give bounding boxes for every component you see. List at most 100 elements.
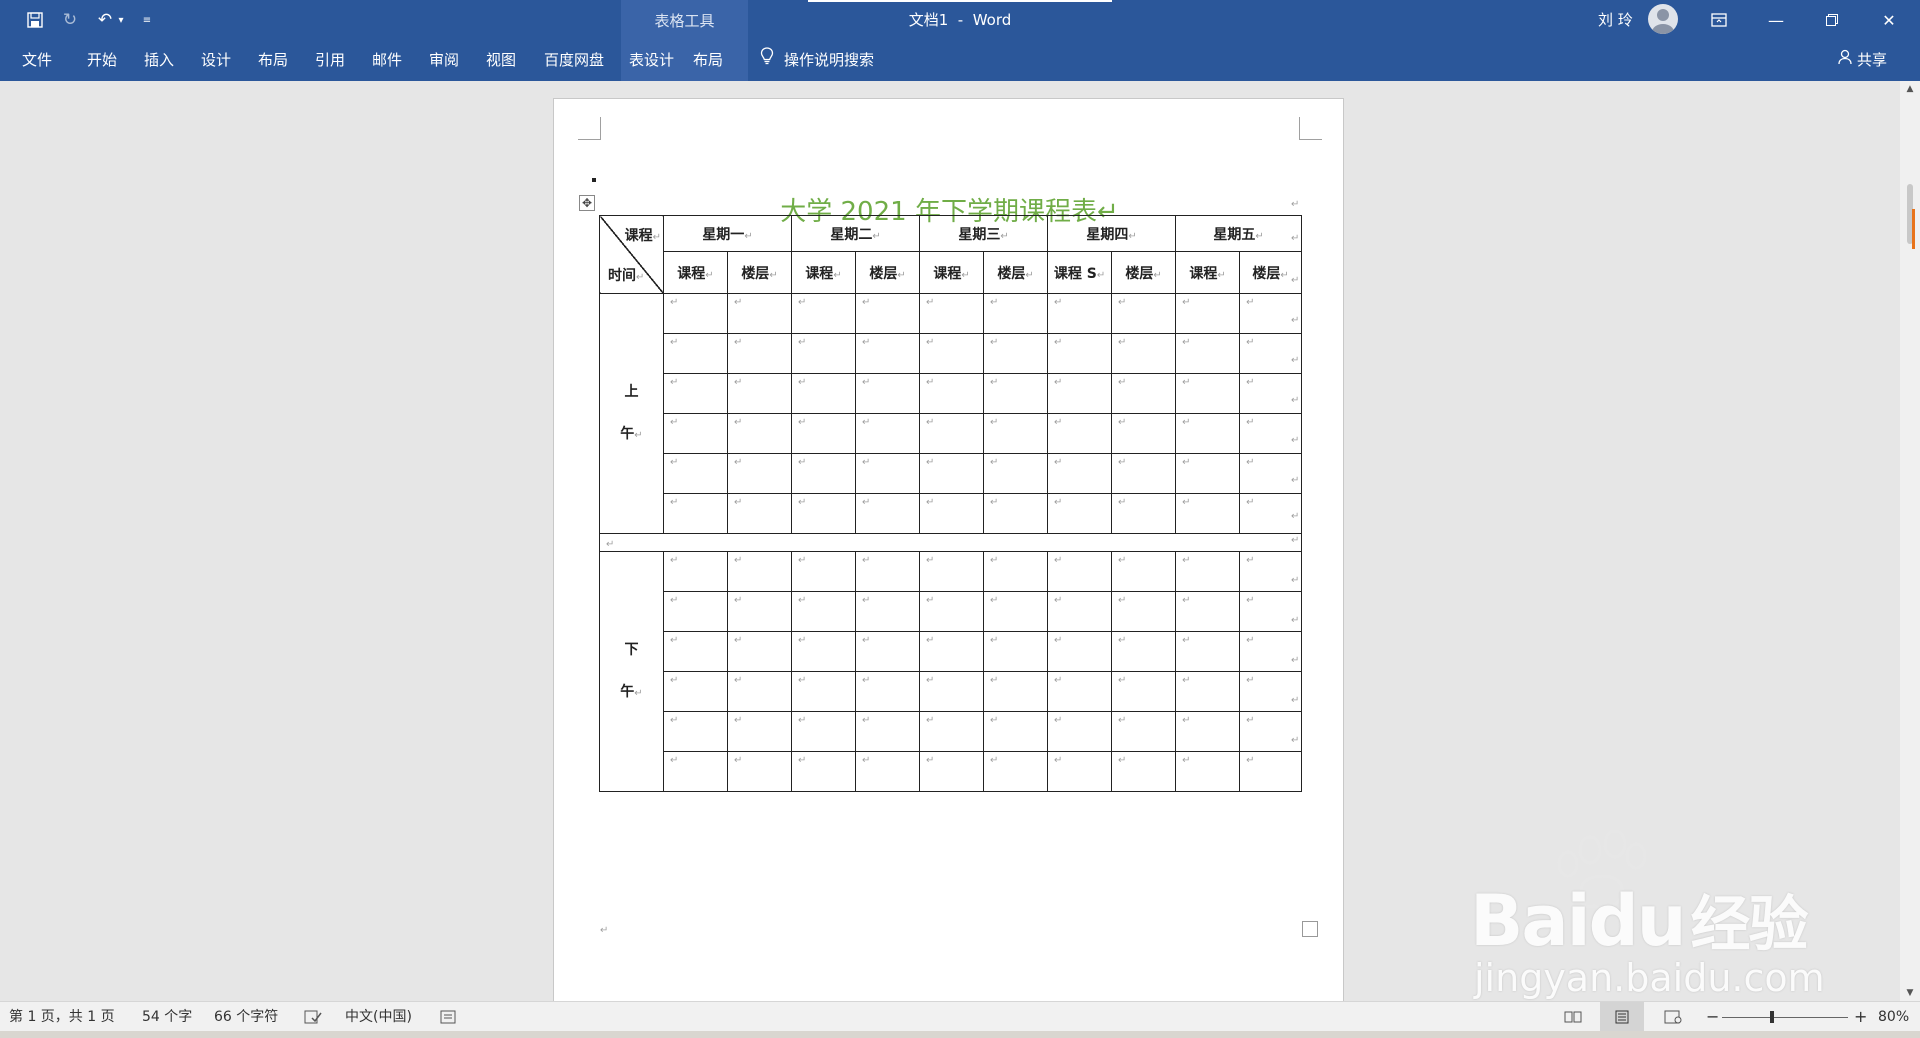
table-cell[interactable]: ↵ xyxy=(663,453,728,494)
print-layout-icon[interactable] xyxy=(1600,1002,1644,1032)
zoom-slider[interactable] xyxy=(1722,1017,1848,1018)
table-cell[interactable]: ↵ xyxy=(983,493,1049,534)
table-cell[interactable]: ↵ xyxy=(1175,631,1241,672)
tab-layout[interactable]: 布局 xyxy=(250,40,296,81)
table-cell[interactable]: ↵ xyxy=(1111,293,1177,334)
table-cell[interactable]: ↵ xyxy=(1047,413,1113,454)
save-icon[interactable] xyxy=(22,8,48,32)
table-cell[interactable]: ↵ xyxy=(663,591,728,632)
table-cell[interactable]: ↵ xyxy=(1047,671,1113,712)
table-cell[interactable]: ↵ xyxy=(663,413,728,454)
page-count[interactable]: 第 1 页，共 1 页 xyxy=(9,1002,115,1032)
table-cell[interactable]: ↵ xyxy=(1175,333,1241,374)
scroll-down-icon[interactable]: ▼ xyxy=(1900,985,1920,1001)
table-cell[interactable]: ↵ xyxy=(855,711,921,752)
table-cell[interactable]: ↵ xyxy=(919,751,985,792)
table-cell[interactable]: ↵ xyxy=(919,453,985,494)
table-cell[interactable]: ↵ xyxy=(983,711,1049,752)
table-cell[interactable]: ↵ xyxy=(983,751,1049,792)
table-cell[interactable]: ↵ xyxy=(1111,711,1177,752)
table-cell[interactable]: ↵ xyxy=(791,591,857,632)
table-cell[interactable]: ↵ xyxy=(1175,453,1241,494)
table-cell[interactable]: ↵ xyxy=(726,333,793,374)
table-cell[interactable]: ↵ xyxy=(663,631,728,672)
table-cell[interactable]: ↵ xyxy=(726,751,793,792)
table-cell[interactable]: ↵ xyxy=(919,551,985,592)
tab-baidu-netdisk[interactable]: 百度网盘 xyxy=(536,40,612,81)
table-cell[interactable]: ↵ xyxy=(983,551,1049,592)
table-cell[interactable]: ↵ xyxy=(919,413,985,454)
table-cell[interactable]: ↵ xyxy=(1111,591,1177,632)
table-cell[interactable]: ↵ xyxy=(1175,591,1241,632)
table-cell[interactable]: ↵ xyxy=(1175,293,1241,334)
zoom-slider-thumb[interactable] xyxy=(1770,1011,1774,1023)
table-cell[interactable]: ↵ xyxy=(1111,631,1177,672)
table-cell[interactable]: ↵ xyxy=(791,711,857,752)
sub-header-cell[interactable]: 楼层↵ xyxy=(726,251,793,294)
table-resize-handle[interactable] xyxy=(1302,921,1318,937)
table-cell[interactable]: ↵ xyxy=(1175,373,1241,414)
table-cell[interactable]: ↵ xyxy=(663,333,728,374)
ribbon-display-options-icon[interactable] xyxy=(1696,0,1742,40)
table-cell[interactable]: ↵ xyxy=(1047,333,1113,374)
table-cell[interactable]: ↵ xyxy=(791,453,857,494)
customize-toolbar-icon[interactable]: ≡ xyxy=(140,8,154,32)
table-cell[interactable]: ↵ xyxy=(1175,493,1241,534)
table-cell[interactable]: ↵ xyxy=(983,631,1049,672)
table-cell[interactable]: ↵ xyxy=(855,631,921,672)
table-cell[interactable]: ↵ xyxy=(855,493,921,534)
redo-icon[interactable]: ↻ xyxy=(57,8,83,32)
afternoon-label-cell[interactable]: 下 午↵ xyxy=(599,551,664,792)
sub-header-cell[interactable]: 楼层↵ xyxy=(983,251,1049,294)
tab-insert[interactable]: 插入 xyxy=(136,40,182,81)
table-cell[interactable]: ↵ xyxy=(919,333,985,374)
zoom-level[interactable]: 80% xyxy=(1878,1002,1909,1032)
undo-dropdown-icon[interactable]: ▾ xyxy=(114,8,128,32)
table-cell[interactable]: ↵ xyxy=(726,551,793,592)
day-header-friday[interactable]: 星期五↵ xyxy=(1175,215,1303,252)
table-cell[interactable]: ↵ xyxy=(663,373,728,414)
table-cell[interactable]: ↵ xyxy=(726,711,793,752)
table-cell[interactable]: ↵ xyxy=(791,751,857,792)
table-cell[interactable]: ↵ xyxy=(1239,333,1303,374)
table-cell[interactable]: ↵ xyxy=(919,671,985,712)
tab-mailings[interactable]: 邮件 xyxy=(364,40,410,81)
tab-references[interactable]: 引用 xyxy=(307,40,353,81)
table-cell[interactable]: ↵ xyxy=(1239,453,1303,494)
proofing-icon[interactable] xyxy=(304,1002,322,1032)
table-cell[interactable]: ↵ xyxy=(855,413,921,454)
table-cell[interactable]: ↵ xyxy=(983,591,1049,632)
day-header-monday[interactable]: 星期一↵ xyxy=(662,215,793,252)
table-cell[interactable]: ↵ xyxy=(791,631,857,672)
sub-header-cell[interactable]: 课程↵ xyxy=(1175,251,1241,294)
tab-design[interactable]: 设计 xyxy=(193,40,239,81)
tab-table-layout[interactable]: 布局 xyxy=(685,40,748,81)
table-cell[interactable]: ↵ xyxy=(919,711,985,752)
sub-header-cell[interactable]: 楼层↵ xyxy=(1239,251,1303,294)
close-icon[interactable]: ✕ xyxy=(1866,0,1912,40)
table-cell[interactable]: ↵ xyxy=(726,631,793,672)
table-cell[interactable]: ↵ xyxy=(983,373,1049,414)
table-cell[interactable]: ↵ xyxy=(855,671,921,712)
table-cell[interactable]: ↵ xyxy=(919,493,985,534)
table-cell[interactable]: ↵ xyxy=(855,551,921,592)
table-cell[interactable]: ↵ xyxy=(1111,373,1177,414)
word-count[interactable]: 54 个字 xyxy=(142,1002,192,1032)
separator-cell[interactable]: ↵ xyxy=(598,533,1303,552)
table-cell[interactable]: ↵ xyxy=(663,293,728,334)
table-cell[interactable]: ↵ xyxy=(663,671,728,712)
table-cell[interactable]: ↵ xyxy=(919,373,985,414)
table-cell[interactable]: ↵ xyxy=(1047,591,1113,632)
table-cell[interactable]: ↵ xyxy=(791,493,857,534)
table-cell[interactable]: ↵ xyxy=(726,591,793,632)
read-mode-icon[interactable] xyxy=(1564,1002,1582,1032)
table-cell[interactable]: ↵ xyxy=(1111,493,1177,534)
table-cell[interactable]: ↵ xyxy=(1111,671,1177,712)
table-cell[interactable]: ↵ xyxy=(983,293,1049,334)
table-cell[interactable]: ↵ xyxy=(983,333,1049,374)
table-cell[interactable]: ↵ xyxy=(1111,551,1177,592)
table-cell[interactable]: ↵ xyxy=(1111,751,1177,792)
table-cell[interactable]: ↵ xyxy=(726,671,793,712)
table-cell[interactable]: ↵ xyxy=(1175,413,1241,454)
table-cell[interactable]: ↵ xyxy=(1111,333,1177,374)
